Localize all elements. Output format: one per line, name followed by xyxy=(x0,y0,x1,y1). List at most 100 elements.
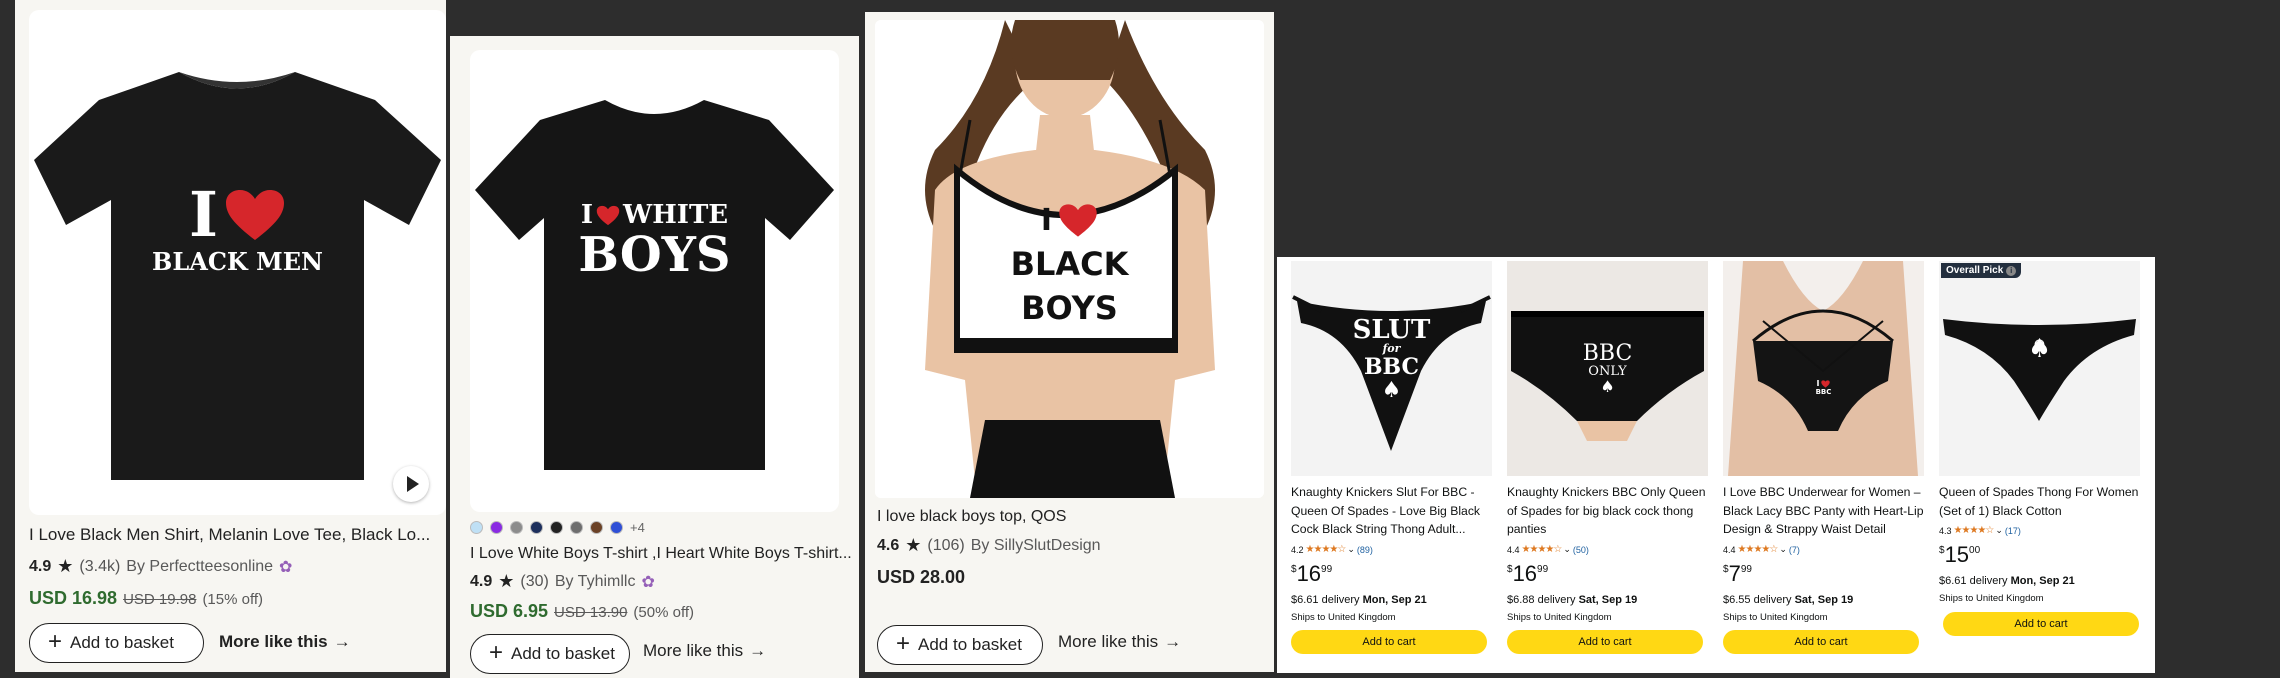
add-to-basket-button[interactable]: + Add to basket xyxy=(470,634,630,674)
product-title[interactable]: Knaughty Knickers BBC Only Queen of Spad… xyxy=(1507,483,1712,539)
product-title[interactable]: Queen of Spades Thong For Women (Set of … xyxy=(1939,483,2144,521)
rating-stars-icon: ★★★★☆ xyxy=(1521,544,1563,555)
add-to-basket-button[interactable]: + Add to basket xyxy=(877,625,1043,665)
heart-icon xyxy=(1059,204,1097,237)
delivery-info: $6.61 delivery Mon, Sep 21 xyxy=(1939,575,2075,587)
heart-icon xyxy=(226,190,284,240)
product-price: $16 99 xyxy=(1507,561,1549,586)
star-seller-badge-icon: ✿ xyxy=(641,573,655,591)
add-to-cart-button[interactable]: Add to cart xyxy=(1507,630,1703,654)
lace-panty-image xyxy=(1723,261,1924,476)
amazon-product-card-2[interactable]: BBC ONLY ♠ Knaughty Knickers BBC Only Qu… xyxy=(1503,257,1712,673)
star-icon: ★ xyxy=(57,556,74,576)
ships-to: Ships to United Kingdom xyxy=(1291,612,1396,623)
amazon-product-card-4[interactable]: Q ♠ Overall Pick i Queen of Spades Thong… xyxy=(1935,257,2144,673)
product-card-3[interactable]: I BLACK BOYS I love black boys top, QOS … xyxy=(865,12,1274,672)
crop-top-print: I BLACK BOYS xyxy=(1010,203,1129,327)
product-title[interactable]: I Love Black Men Shirt, Melanin Love Tee… xyxy=(29,525,444,545)
panty-print: BBC ONLY ♠ xyxy=(1507,343,1708,395)
info-icon[interactable]: i xyxy=(2006,265,2017,276)
product-price: USD 28.00 xyxy=(877,567,966,587)
plus-icon: + xyxy=(489,639,504,666)
product-price: $16 99 xyxy=(1291,561,1333,586)
chevron-down-icon: ⌄ xyxy=(1779,544,1787,554)
delivery-info: $6.55 delivery Sat, Sep 19 xyxy=(1723,594,1854,606)
arrow-right-icon: → xyxy=(1164,632,1182,651)
product-image[interactable]: I BLACK BOYS xyxy=(875,20,1264,498)
heart-icon xyxy=(596,205,620,225)
color-swatch[interactable] xyxy=(530,521,543,534)
product-price: USD 6.95 USD 13.90 (50% off) xyxy=(470,601,695,621)
tshirt-print: I WHITE BOYS xyxy=(578,200,731,283)
spade-icon: ♠ xyxy=(1600,377,1615,396)
plus-icon: + xyxy=(896,630,911,657)
color-swatch[interactable] xyxy=(550,521,563,534)
amazon-results-row: SLUT for BBC ♠ Q Knaughty Knickers Slut … xyxy=(1277,257,2155,673)
product-image[interactable]: SLUT for BBC ♠ Q xyxy=(1291,261,1492,476)
color-swatch[interactable] xyxy=(570,521,583,534)
overall-pick-badge: Overall Pick i xyxy=(1941,263,2022,278)
queen-spade-print: Q ♠ xyxy=(1939,336,2140,362)
product-rating: 4.6 ★ (106) By SillySlutDesign xyxy=(877,535,1101,555)
product-card-2[interactable]: I WHITE BOYS +4 I Love White Boys T-shir… xyxy=(450,36,859,678)
star-icon: ★ xyxy=(498,571,515,591)
arrow-right-icon: → xyxy=(749,641,767,660)
chevron-down-icon: ⌄ xyxy=(1563,544,1571,554)
amazon-product-card-1[interactable]: SLUT for BBC ♠ Q Knaughty Knickers Slut … xyxy=(1287,257,1496,673)
play-icon xyxy=(407,476,419,492)
ships-to: Ships to United Kingdom xyxy=(1939,593,2044,604)
heart-icon xyxy=(1821,379,1831,388)
star-icon: ★ xyxy=(905,535,922,555)
product-price: $7 99 xyxy=(1723,561,1752,586)
amazon-product-card-3[interactable]: I BBC I Love BBC Underwear for Women – B… xyxy=(1719,257,1928,673)
product-image[interactable]: I BBC xyxy=(1723,261,1924,476)
ships-to: Ships to United Kingdom xyxy=(1507,612,1612,623)
product-card-1[interactable]: I BLACK MEN I Love Black Men Shirt, Mela… xyxy=(15,0,446,672)
product-image[interactable]: Q ♠ xyxy=(1939,261,2140,476)
play-video-button[interactable] xyxy=(393,466,429,502)
delivery-info: $6.61 delivery Mon, Sep 21 xyxy=(1291,594,1427,606)
product-rating[interactable]: 4.2 ★★★★☆ ⌄ (89) xyxy=(1291,544,1373,555)
product-title[interactable]: Knaughty Knickers Slut For BBC - Queen O… xyxy=(1291,483,1496,539)
more-colors-count: +4 xyxy=(630,520,645,535)
add-to-cart-button[interactable]: Add to cart xyxy=(1723,630,1919,654)
color-swatch[interactable] xyxy=(610,521,623,534)
more-like-this-link[interactable]: More like this → xyxy=(1058,632,1181,652)
more-like-this-link[interactable]: More like this → xyxy=(219,632,351,652)
more-like-this-link[interactable]: More like this → xyxy=(643,641,766,661)
product-rating: 4.9 ★ (30) By Tyhimllc ✿ xyxy=(470,571,655,591)
add-to-cart-button[interactable]: Add to cart xyxy=(1943,612,2139,636)
thong-image xyxy=(1943,319,2136,421)
arrow-right-icon: → xyxy=(333,632,351,651)
product-image[interactable]: BBC ONLY ♠ xyxy=(1507,261,1708,476)
lace-panty-print: I BBC xyxy=(1815,379,1832,396)
product-image[interactable]: I BLACK MEN xyxy=(29,10,446,515)
delivery-info: $6.88 delivery Sat, Sep 19 xyxy=(1507,594,1638,606)
product-rating: 4.9 ★ (3.4k) By Perfectteesonline ✿ xyxy=(29,556,293,576)
color-swatch[interactable] xyxy=(470,521,483,534)
product-rating[interactable]: 4.3 ★★★★☆ ⌄ (17) xyxy=(1939,525,2021,536)
star-seller-badge-icon: ✿ xyxy=(279,558,293,576)
product-rating[interactable]: 4.4 ★★★★☆ ⌄ (7) xyxy=(1723,544,1800,555)
product-title[interactable]: I Love BBC Underwear for Women – Black L… xyxy=(1723,483,1928,539)
color-swatch[interactable] xyxy=(510,521,523,534)
rating-stars-icon: ★★★★☆ xyxy=(1305,544,1347,555)
product-image[interactable]: I WHITE BOYS xyxy=(470,50,839,512)
chevron-down-icon: ⌄ xyxy=(1347,544,1355,554)
product-price: USD 16.98 USD 19.98 (15% off) xyxy=(29,588,264,608)
spade-icon: ♠ xyxy=(1381,377,1402,403)
plus-icon: + xyxy=(48,628,63,655)
product-price: $15 00 xyxy=(1939,542,1981,567)
thong-print: SLUT for BBC ♠ Q xyxy=(1291,317,1492,401)
color-swatches[interactable]: +4 xyxy=(470,520,645,535)
color-swatch[interactable] xyxy=(590,521,603,534)
add-to-basket-button[interactable]: + Add to basket xyxy=(29,623,204,663)
color-swatch[interactable] xyxy=(490,521,503,534)
product-title[interactable]: I Love White Boys T-shirt ,I Heart White… xyxy=(470,545,855,563)
add-to-cart-button[interactable]: Add to cart xyxy=(1291,630,1487,654)
product-title[interactable]: I love black boys top, QOS xyxy=(877,508,1262,526)
rating-stars-icon: ★★★★☆ xyxy=(1953,525,1995,536)
chevron-down-icon: ⌄ xyxy=(1995,525,2003,535)
product-rating[interactable]: 4.4 ★★★★☆ ⌄ (50) xyxy=(1507,544,1589,555)
tshirt-print: I BLACK MEN xyxy=(152,178,323,277)
